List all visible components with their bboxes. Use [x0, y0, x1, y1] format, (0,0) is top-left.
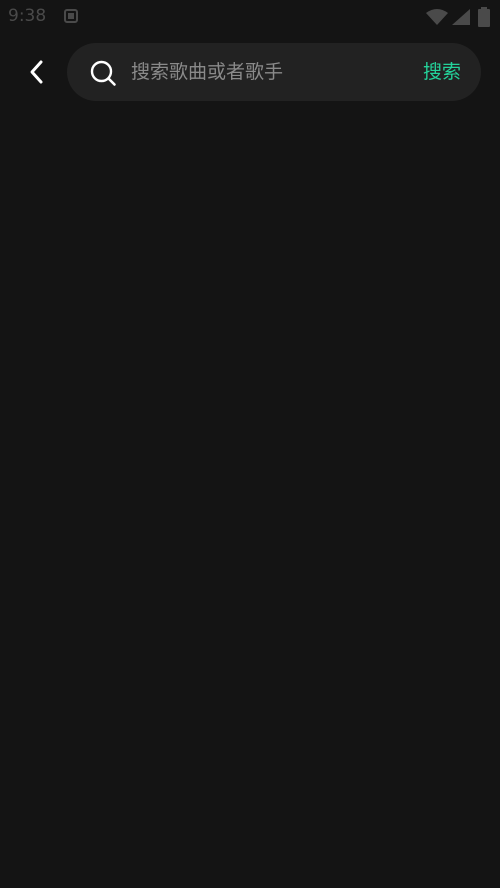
status-time: 9:38	[8, 6, 47, 26]
signal-icon	[452, 9, 470, 25]
notification-icon	[64, 9, 78, 23]
search-results-area	[0, 110, 500, 888]
battery-icon	[478, 7, 490, 27]
search-submit-button[interactable]: 搜索	[423, 43, 461, 101]
chevron-left-icon	[30, 60, 43, 84]
search-screen: 9:38 搜索	[0, 0, 500, 888]
search-icon	[90, 60, 116, 86]
back-button[interactable]	[18, 52, 54, 92]
search-input[interactable]	[131, 43, 401, 101]
wifi-icon	[426, 9, 448, 25]
status-bar: 9:38	[0, 0, 500, 34]
search-bar: 搜索	[67, 43, 481, 101]
